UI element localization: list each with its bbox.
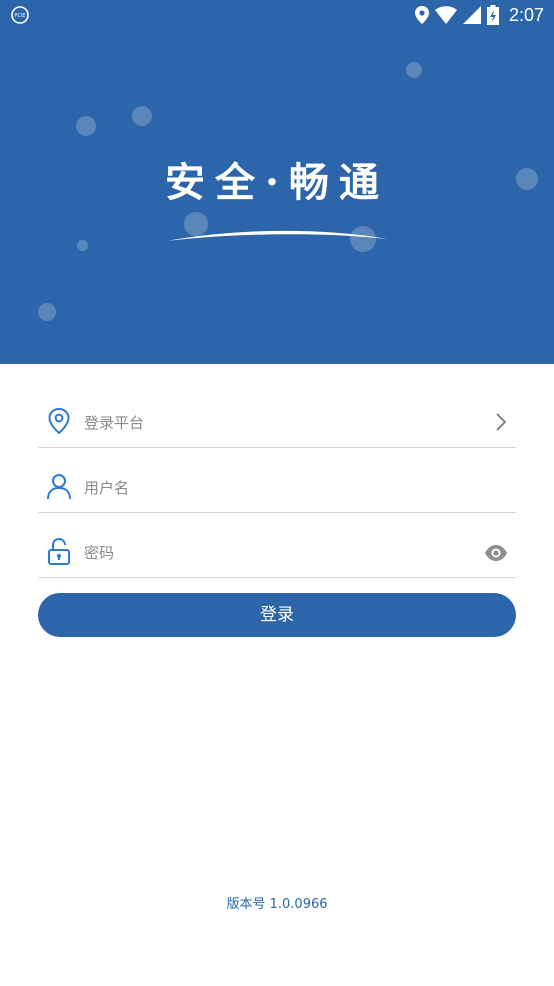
password-placeholder: 密码	[84, 544, 115, 562]
version-label: 版本号 1.0.0966	[226, 897, 328, 912]
user-icon	[47, 474, 71, 500]
username-placeholder: 用户名	[84, 479, 130, 497]
decor-bubble	[406, 62, 422, 78]
wifi-icon	[434, 6, 457, 24]
decor-bubble	[38, 303, 56, 321]
login-form: 登录平台 用户名 密码	[38, 395, 516, 590]
platform-field[interactable]: 登录平台	[38, 395, 516, 448]
chevron-right-icon[interactable]	[494, 411, 508, 433]
decor-bubble	[76, 116, 96, 136]
platform-placeholder: 登录平台	[84, 414, 145, 432]
password-field[interactable]: 密码	[38, 525, 516, 578]
slogan-underline	[167, 230, 387, 241]
decor-bubble	[132, 106, 152, 126]
status-bar: PCIE 2:07	[0, 0, 554, 30]
hero-banner: PCIE 2:07 安全·畅通	[0, 0, 554, 364]
location-pin-icon	[48, 407, 70, 435]
decor-bubble	[77, 240, 88, 251]
location-icon	[414, 6, 429, 24]
signal-icon	[462, 6, 481, 24]
login-button[interactable]: 登录	[38, 593, 516, 637]
slogan: 安全·畅通	[165, 159, 389, 206]
eye-icon[interactable]	[484, 543, 508, 563]
vpn-icon: PCIE	[11, 6, 29, 24]
lock-icon	[48, 537, 70, 565]
svg-text:PCIE: PCIE	[14, 13, 25, 19]
status-time: 2:07	[508, 4, 544, 25]
battery-icon	[486, 5, 499, 25]
username-field[interactable]: 用户名	[38, 460, 516, 513]
